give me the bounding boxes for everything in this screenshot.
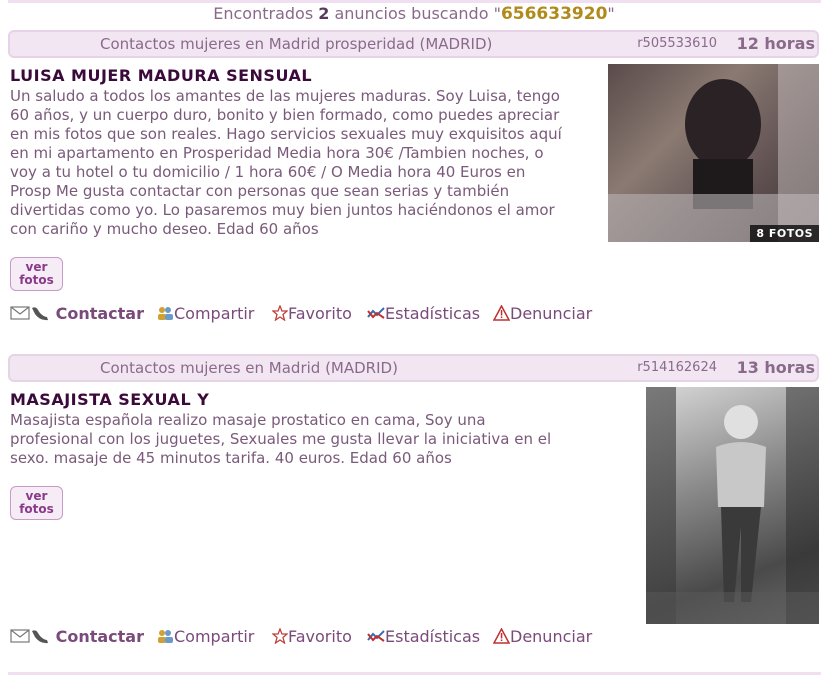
share-users-icon — [158, 630, 173, 643]
view-photos-label: fotos — [19, 502, 54, 516]
photo-placeholder-icon — [646, 387, 819, 624]
star-icon — [272, 628, 288, 644]
photo-count-badge: 8 FOTOS — [750, 225, 819, 242]
favorite-button[interactable]: Favorito — [272, 627, 352, 646]
summary-suffix: " — [607, 4, 615, 23]
mail-phone-icon — [10, 306, 48, 321]
ad-header: Contactos mujeres en Madrid prosperidad … — [8, 30, 819, 58]
report-label: Denunciar — [510, 304, 593, 323]
statistics-button[interactable]: Estadísticas — [367, 627, 480, 646]
share-button[interactable]: Compartir — [156, 304, 254, 323]
summary-prefix: Encontrados — [213, 4, 314, 23]
share-users-icon — [158, 307, 173, 320]
star-icon — [272, 305, 288, 321]
ad-title[interactable]: LUISA MUJER MADURA SENSUAL — [10, 66, 312, 85]
desc-line: con cariño y mucho deseo. Edad 60 años — [10, 220, 319, 238]
stats-chart-icon — [367, 630, 385, 642]
share-button[interactable]: Compartir — [156, 627, 254, 646]
desc-line: 60 años, y un cuerpo duro, bonito y bien… — [10, 106, 560, 124]
ad-description: Masajista española realizo masaje prosta… — [10, 411, 551, 468]
desc-line: Un saludo a todos los amantes de las muj… — [10, 87, 560, 105]
summary-middle: anuncios buscando " — [334, 4, 501, 23]
ad-reference: r505533610 — [637, 36, 717, 51]
warning-icon — [493, 628, 510, 644]
ad-category-link[interactable]: Contactos mujeres en Madrid (MADRID) — [100, 359, 398, 377]
view-photos-label: fotos — [19, 273, 54, 287]
desc-line: sexo. masaje de 45 minutos tarifa. 40 eu… — [10, 449, 452, 467]
statistics-button[interactable]: Estadísticas — [367, 304, 480, 323]
ad-title[interactable]: MASAJISTA SEXUAL Y — [10, 390, 209, 409]
ad-header: Contactos mujeres en Madrid (MADRID) r51… — [8, 354, 819, 382]
statistics-label: Estadísticas — [385, 627, 481, 646]
favorite-label: Favorito — [288, 627, 352, 646]
desc-line: Prosp Me gusta contactar con personas qu… — [10, 182, 510, 200]
report-button[interactable]: Denunciar — [493, 627, 592, 646]
ad-description: Un saludo a todos los amantes de las muj… — [10, 87, 562, 239]
warning-icon — [493, 305, 510, 321]
ad-photo[interactable] — [646, 387, 819, 624]
stats-chart-icon — [367, 307, 385, 319]
view-photos-button[interactable]: ver fotos — [10, 257, 63, 291]
desc-line: profesional con los juguetes, Sexuales m… — [10, 430, 552, 448]
search-term: 656633920 — [500, 4, 608, 24]
desc-line: en mis fotos que son reales. Hago servic… — [10, 125, 562, 143]
desc-line: en mi apartamento en Prosperidad Media h… — [10, 144, 544, 162]
contact-button[interactable]: Contactar — [10, 627, 144, 646]
contact-button[interactable]: Contactar — [10, 304, 144, 323]
favorite-label: Favorito — [288, 304, 352, 323]
mail-phone-icon — [10, 629, 48, 644]
view-photos-button[interactable]: ver fotos — [10, 486, 63, 520]
photo-placeholder-icon — [608, 64, 819, 242]
ad-category-link[interactable]: Contactos mujeres en Madrid prosperidad … — [100, 35, 492, 53]
share-label: Compartir — [174, 304, 255, 323]
contact-label: Contactar — [55, 627, 144, 646]
ad-time: 13 horas — [736, 358, 815, 377]
report-label: Denunciar — [510, 627, 593, 646]
share-label: Compartir — [174, 627, 255, 646]
desc-line: Masajista española realizo masaje prosta… — [10, 411, 486, 429]
desc-line: voy a tu hotel o tu domicilio / 1 hora 6… — [10, 163, 526, 181]
contact-label: Contactar — [55, 304, 144, 323]
result-count: 2 — [318, 4, 330, 23]
search-summary: Encontrados 2 anuncios buscando "6566339… — [0, 4, 828, 24]
report-button[interactable]: Denunciar — [493, 304, 592, 323]
ad-photo[interactable]: 8 FOTOS — [608, 64, 819, 242]
favorite-button[interactable]: Favorito — [272, 304, 352, 323]
ad-time: 12 horas — [736, 34, 815, 53]
statistics-label: Estadísticas — [385, 304, 481, 323]
ad-reference: r514162624 — [637, 360, 717, 375]
top-divider — [8, 0, 821, 3]
desc-line: divertidas como yo. Lo pasaremos muy bie… — [10, 201, 555, 219]
